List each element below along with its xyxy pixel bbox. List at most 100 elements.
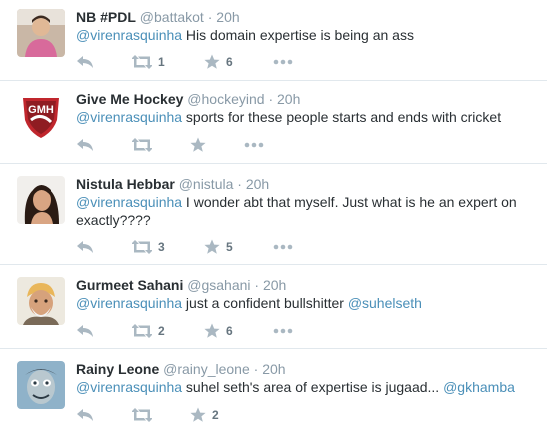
star-icon: [204, 239, 220, 254]
retweet-button[interactable]: 3: [132, 238, 165, 256]
retweet-count: 3: [158, 240, 165, 254]
reply-button[interactable]: [76, 406, 94, 424]
favorite-button[interactable]: 2: [190, 406, 219, 424]
star-icon: [204, 54, 220, 69]
mention-link[interactable]: @virenrasquinha: [76, 109, 182, 125]
retweet-icon: [132, 240, 152, 254]
tweet-item[interactable]: NB #PDL @battakot · 20h @virenrasquinha …: [0, 0, 547, 81]
mention-link[interactable]: @suhelseth: [348, 295, 422, 311]
mention-link[interactable]: @virenrasquinha: [76, 27, 182, 43]
tweet-header: Give Me Hockey @hockeyind · 20h: [76, 90, 300, 108]
separator: ·: [254, 277, 260, 293]
star-icon: [204, 323, 220, 338]
retweet-button[interactable]: 2: [132, 322, 165, 340]
tweet-text: @virenrasquinha His domain expertise is …: [76, 26, 536, 44]
reply-icon: [77, 139, 93, 151]
reply-icon: [77, 409, 93, 421]
timestamp[interactable]: 20h: [216, 9, 239, 25]
author-handle[interactable]: @hockeyind: [187, 91, 264, 107]
reply-icon: [77, 241, 93, 253]
reply-button[interactable]: [76, 136, 94, 154]
author-name[interactable]: Nistula Hebbar: [76, 176, 175, 192]
tweet-actions: 2 6: [76, 322, 376, 340]
tweet-body: sports for these people starts and ends …: [182, 109, 502, 125]
separator: ·: [253, 361, 259, 377]
star-icon: [190, 407, 206, 422]
reply-icon: [77, 325, 93, 337]
tweet-text: @virenrasquinha just a confident bullshi…: [76, 294, 536, 312]
reply-icon: [77, 56, 93, 68]
separator: ·: [237, 176, 242, 192]
tweet-item[interactable]: Gurmeet Sahani @gsahani · 20h @virenrasq…: [0, 265, 547, 349]
favorite-button[interactable]: 5: [204, 238, 233, 256]
tweet-timeline: NB #PDL @battakot · 20h @virenrasquinha …: [0, 0, 547, 432]
tweet-text: @virenrasquinha sports for these people …: [76, 108, 536, 126]
reply-button[interactable]: [76, 322, 94, 340]
separator: ·: [268, 91, 274, 107]
tweet-body: suhel seth's area of expertise is jugaad…: [182, 379, 444, 395]
avatar[interactable]: [17, 277, 65, 325]
more-button[interactable]: [273, 53, 293, 71]
author-name[interactable]: Give Me Hockey: [76, 91, 183, 107]
retweet-button[interactable]: [132, 136, 158, 154]
retweet-icon: [132, 55, 152, 69]
timestamp[interactable]: 20h: [262, 361, 285, 377]
more-button[interactable]: [273, 322, 293, 340]
retweet-button[interactable]: [132, 406, 158, 424]
more-icon: [244, 142, 264, 148]
timestamp[interactable]: 20h: [263, 277, 286, 293]
tweet-header: Nistula Hebbar @nistula · 20h: [76, 175, 269, 193]
avatar[interactable]: [17, 9, 65, 57]
mention-link[interactable]: @virenrasquinha: [76, 379, 182, 395]
author-handle[interactable]: @battakot: [140, 9, 204, 25]
reply-button[interactable]: [76, 53, 94, 71]
timestamp[interactable]: 20h: [246, 176, 269, 192]
favorite-button[interactable]: 6: [204, 322, 233, 340]
tweet-actions: [76, 136, 376, 154]
tweet-body: His domain expertise is being an ass: [182, 27, 414, 43]
author-handle[interactable]: @rainy_leone: [163, 361, 250, 377]
favorite-count: 6: [226, 324, 233, 338]
tweet-actions: 2: [76, 406, 376, 424]
retweet-count: 1: [158, 55, 165, 69]
more-icon: [273, 59, 293, 65]
tweet-header: Rainy Leone @rainy_leone · 20h: [76, 360, 286, 378]
favorite-count: 2: [212, 408, 219, 422]
tweet-text: @virenrasquinha I wonder abt that myself…: [76, 193, 536, 229]
mention-link[interactable]: @gkhamba: [443, 379, 515, 395]
favorite-button[interactable]: [190, 136, 212, 154]
retweet-icon: [132, 324, 152, 338]
author-name[interactable]: Rainy Leone: [76, 361, 159, 377]
retweet-icon: [132, 138, 152, 152]
tweet-item[interactable]: Nistula Hebbar @nistula · 20h @virenrasq…: [0, 164, 547, 265]
tweet-actions: 1 6: [76, 53, 376, 71]
author-name[interactable]: Gurmeet Sahani: [76, 277, 183, 293]
more-icon: [273, 328, 293, 334]
more-button[interactable]: [273, 238, 293, 256]
avatar-logo-text: GMH: [28, 104, 54, 116]
avatar[interactable]: [17, 361, 65, 409]
favorite-button[interactable]: 6: [204, 53, 233, 71]
author-name[interactable]: NB #PDL: [76, 9, 136, 25]
avatar[interactable]: GMH: [17, 92, 65, 140]
tweet-item[interactable]: GMH Give Me Hockey @hockeyind · 20h @vir…: [0, 81, 547, 164]
avatar[interactable]: [17, 176, 65, 224]
more-button[interactable]: [244, 136, 264, 154]
retweet-count: 2: [158, 324, 165, 338]
author-handle[interactable]: @nistula: [179, 176, 234, 192]
mention-link[interactable]: @virenrasquinha: [76, 295, 182, 311]
timestamp[interactable]: 20h: [277, 91, 300, 107]
author-handle[interactable]: @gsahani: [187, 277, 250, 293]
retweet-icon: [132, 408, 152, 422]
tweet-header: NB #PDL @battakot · 20h: [76, 8, 240, 26]
tweet-item[interactable]: Rainy Leone @rainy_leone · 20h @virenras…: [0, 349, 547, 432]
star-icon: [190, 137, 206, 152]
mention-link[interactable]: @virenrasquinha: [76, 194, 182, 210]
tweet-header: Gurmeet Sahani @gsahani · 20h: [76, 276, 286, 294]
more-icon: [273, 244, 293, 250]
retweet-button[interactable]: 1: [132, 53, 165, 71]
favorite-count: 6: [226, 55, 233, 69]
tweet-actions: 3 5: [76, 238, 376, 256]
tweet-text: @virenrasquinha suhel seth's area of exp…: [76, 378, 536, 396]
reply-button[interactable]: [76, 238, 94, 256]
